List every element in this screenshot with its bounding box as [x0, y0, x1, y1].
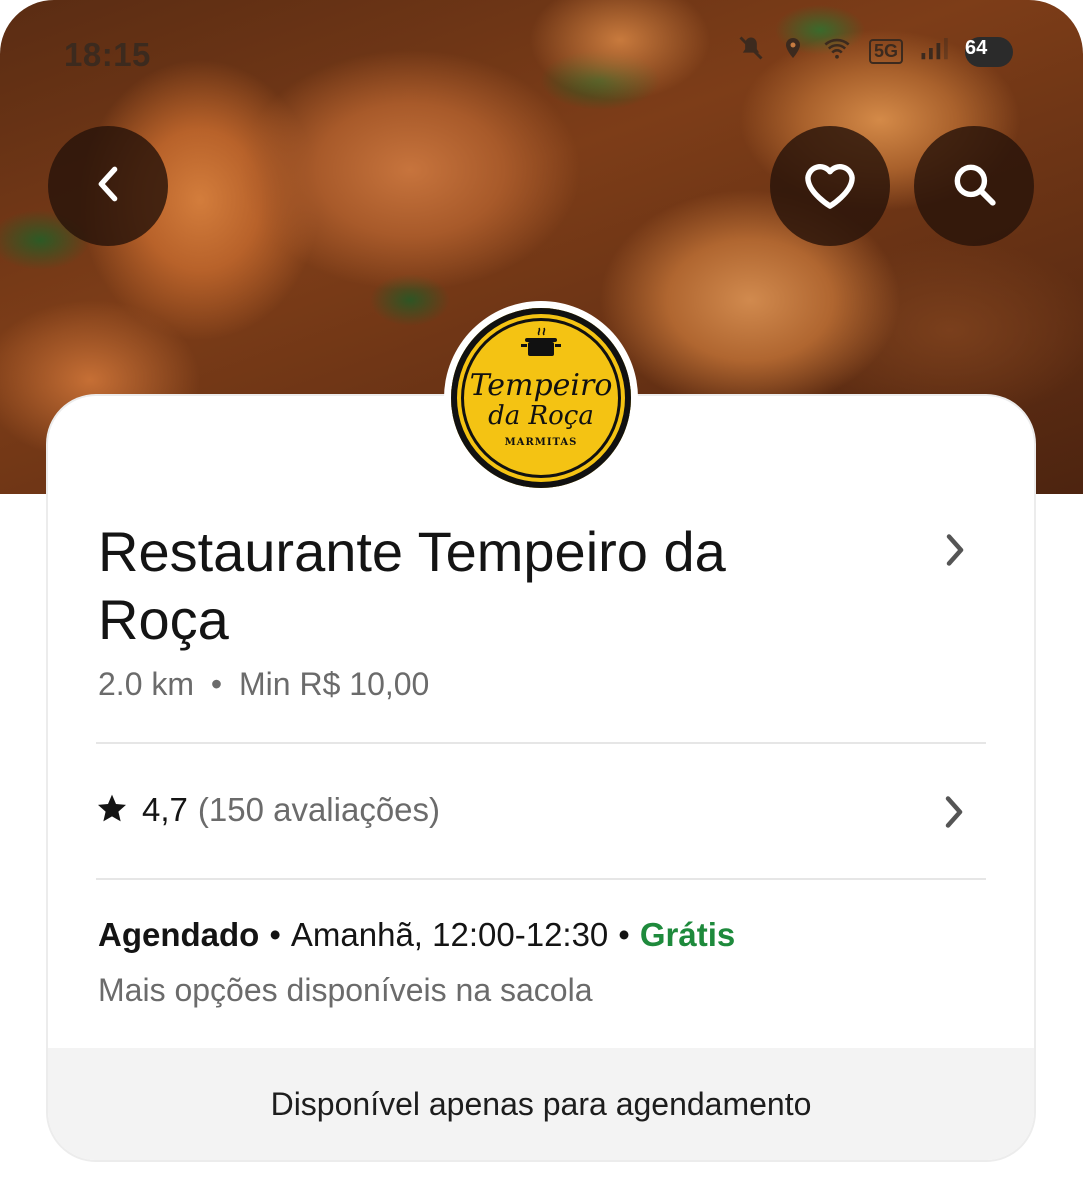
battery-indicator: 64 — [965, 36, 1013, 67]
status-icons: 5G 64 — [737, 34, 1013, 69]
divider — [96, 878, 986, 880]
search-button[interactable] — [914, 126, 1034, 246]
divider — [96, 742, 986, 744]
rating-value: 4,7 — [142, 791, 188, 828]
location-icon — [781, 34, 805, 69]
signal-icon — [919, 35, 949, 68]
search-icon — [949, 159, 999, 214]
separator: • — [618, 916, 630, 953]
network-type: 5G — [868, 39, 903, 64]
chevron-right-icon — [942, 794, 966, 835]
more-options-text: Mais opções disponíveis na sacola — [98, 972, 593, 1008]
wifi-icon — [821, 34, 853, 69]
logo-badge: Tempeiro da Roça MARMITAS — [451, 308, 631, 488]
schedule-only-notice: Disponível apenas para agendamento — [48, 1048, 1034, 1160]
schedule-window: Amanhã, 12:00-12:30 — [290, 916, 609, 953]
restaurant-meta: 2.0 km • Min R$ 10,00 — [98, 666, 429, 703]
restaurant-logo: Tempeiro da Roça MARMITAS — [444, 301, 638, 495]
mute-icon — [737, 34, 765, 69]
logo-text-line2: da Roça — [488, 400, 594, 431]
restaurant-card: Restaurante Tempeiro da Roça 2.0 km • Mi… — [48, 396, 1034, 1160]
favorite-button[interactable] — [770, 126, 890, 246]
star-icon — [96, 792, 128, 829]
separator: • — [269, 916, 281, 953]
delivery-fee: Grátis — [639, 916, 736, 953]
schedule-mode: Agendado — [98, 916, 260, 953]
chevron-right-icon[interactable] — [943, 532, 967, 573]
schedule-info: Agendado • Amanhã, 12:00-12:30 • Grátis — [98, 916, 735, 954]
pot-icon — [519, 326, 563, 362]
heart-icon — [800, 157, 860, 216]
minimum-order: Min R$ 10,00 — [239, 666, 430, 702]
meta-separator: • — [210, 666, 223, 702]
logo-tagline: MARMITAS — [504, 436, 578, 448]
rating-row[interactable]: 4,7 (150 avaliações) — [96, 780, 986, 840]
distance: 2.0 km — [98, 666, 195, 702]
chevron-left-icon — [93, 164, 123, 209]
logo-text-line1: Tempeiro — [469, 367, 613, 403]
restaurant-name: Restaurante Tempeiro da Roça — [98, 520, 726, 651]
status-time: 18:15 — [64, 36, 151, 73]
back-button[interactable] — [48, 126, 168, 246]
review-count: (150 avaliações) — [197, 791, 441, 828]
